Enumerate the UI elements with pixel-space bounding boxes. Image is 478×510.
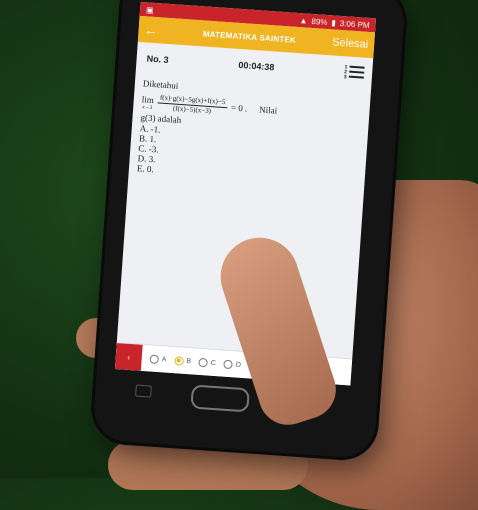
radio-circle[interactable] [149,353,160,364]
limit: lim x→3 [141,94,154,111]
app-title: MATEMATIKA SAINTEK [202,28,297,45]
limit-subscript: x→3 [142,104,153,111]
back-arrow-icon[interactable]: ← [144,22,167,38]
radio-label: C [210,359,217,367]
prev-button[interactable]: ‹ [114,343,143,371]
radio-label: D [235,360,242,369]
answer-radio-d[interactable]: D [223,359,242,369]
radio-label: A [161,355,167,364]
answer-radio-a[interactable]: A [149,353,167,364]
question-body: Diketahui lim x→3 f(x)·g(x)−5g(x)+f(x)−5… [128,72,371,195]
clock: 3:06 PM [339,18,370,30]
limit-label: lim [141,93,155,105]
home-button[interactable] [190,384,250,413]
equals-zero: = 0 . [230,102,248,114]
radio-circle[interactable] [223,359,234,369]
radio-label: B [186,357,192,365]
radio-circle-selected[interactable] [174,355,184,366]
signal-icon: ▲ [299,15,308,26]
phone: ▣ ▲ 89% ▮ 3:06 PM ← MATEMATIKA SAINTEK S… [91,0,407,460]
timer: 00:04:38 [238,59,275,73]
radio-circle[interactable] [198,357,209,367]
question-list-icon[interactable]: 1 2 3 [344,64,365,81]
answer-radio-c[interactable]: C [198,357,217,367]
recent-apps-icon[interactable] [135,384,152,398]
battery-level: 89% [311,16,328,27]
notification-icon: ▣ [145,4,154,15]
answer-radio-b[interactable]: B [174,355,192,366]
battery-icon: ▮ [331,17,337,28]
question-number: No. 3 [146,53,169,66]
question-tail: Nilai [258,104,278,116]
finish-button[interactable]: Selesai [332,36,369,50]
